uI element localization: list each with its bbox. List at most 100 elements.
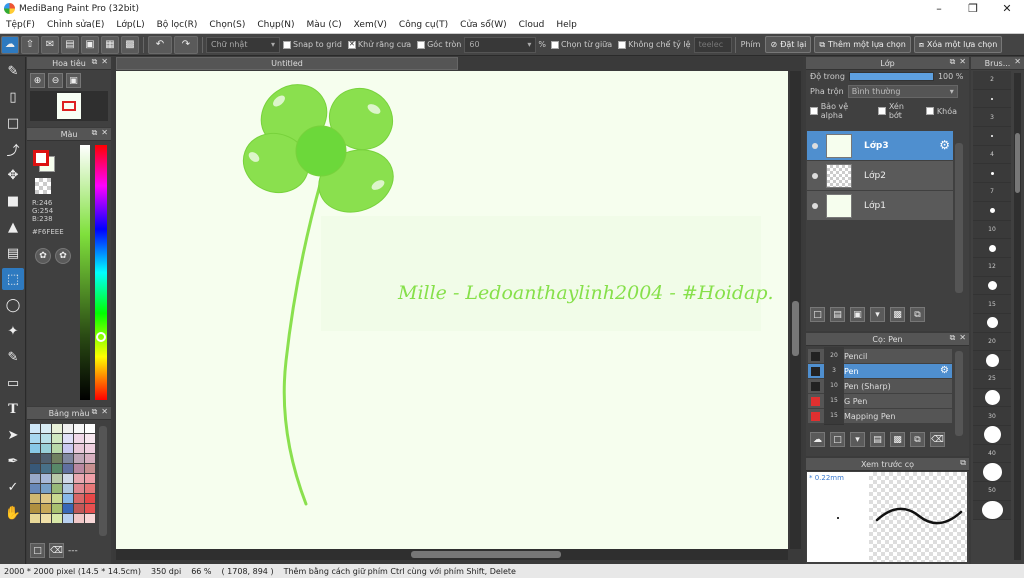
antialias-checkbox[interactable]: ✕ Khử răng cưa	[347, 40, 411, 49]
maximize-button[interactable]: ❐	[956, 0, 990, 17]
visibility-icon[interactable]	[812, 142, 818, 149]
menu-window[interactable]: Cửa sổ(W)	[454, 20, 512, 30]
add-selection-button[interactable]: ⧉ Thêm một lựa chọn	[814, 36, 911, 53]
duplicate-layer-icon[interactable]: ⧉	[910, 307, 925, 322]
folder-icon[interactable]: ▩	[890, 307, 905, 322]
palette-swatch[interactable]	[52, 494, 62, 503]
brush-size-item[interactable]: 2	[973, 71, 1011, 90]
new-halftone-layer-icon[interactable]: ▤	[830, 307, 845, 322]
remove-selection-button[interactable]: ⧈ Xóa một lựa chọn	[913, 36, 1003, 53]
brush-size-item[interactable]	[973, 426, 1011, 445]
float-icon[interactable]: ⧉	[950, 57, 956, 67]
dot-tool-icon[interactable]: □	[2, 112, 24, 134]
visibility-icon[interactable]	[812, 172, 818, 179]
palette-swatch[interactable]	[85, 514, 95, 523]
brush-size-item[interactable]	[973, 463, 1011, 483]
select-eraser-tool-icon[interactable]: ▭	[2, 372, 24, 394]
palette-swatch[interactable]	[52, 504, 62, 513]
brush-size-item[interactable]	[973, 313, 1011, 333]
palette-swatch[interactable]	[85, 434, 95, 443]
palette-swatch[interactable]	[74, 484, 84, 493]
cloud-brush-icon[interactable]: ☁	[810, 432, 825, 447]
navigator-thumbnail[interactable]	[30, 91, 108, 121]
eyedropper-tool-icon[interactable]: ✓	[2, 476, 24, 498]
round-corner-checkbox[interactable]: Góc tròn	[417, 40, 461, 49]
palette-swatch[interactable]	[41, 484, 51, 493]
brush-size-item[interactable]	[973, 127, 1011, 146]
fit-icon[interactable]: ▣	[66, 73, 81, 88]
close-icon[interactable]: ✕	[959, 57, 966, 67]
palette-swatch[interactable]	[30, 434, 40, 443]
palette-swatch[interactable]	[30, 514, 40, 523]
menu-edit[interactable]: Chỉnh sửa(E)	[41, 20, 110, 30]
float-icon[interactable]: ⧉	[92, 407, 98, 417]
palette-swatch[interactable]	[41, 454, 51, 463]
delete-palette-icon[interactable]: ⌫	[49, 543, 64, 558]
palette-swatch[interactable]	[85, 444, 95, 453]
menu-select[interactable]: Chọn(S)	[203, 20, 251, 30]
size-scrollbar[interactable]	[1014, 73, 1021, 560]
folder-icon[interactable]: ▩	[890, 432, 905, 447]
palette-swatch[interactable]	[74, 504, 84, 513]
brush-size-item[interactable]: 3	[973, 108, 1011, 128]
operation-tool-icon[interactable]: ➤	[2, 424, 24, 446]
palette-swatch[interactable]	[52, 434, 62, 443]
palette-swatch[interactable]	[41, 424, 51, 433]
close-icon[interactable]: ✕	[101, 128, 108, 138]
add-brush-menu-icon[interactable]: ▾	[850, 432, 865, 447]
select-center-checkbox[interactable]: Chọn từ giữa	[550, 40, 612, 49]
palette-swatch[interactable]	[30, 504, 40, 513]
palette-swatch[interactable]	[74, 514, 84, 523]
drawing-canvas[interactable]: Mille - Ledoanthaylinh2004 - #Hoidap.	[116, 71, 788, 549]
palette-swatch[interactable]	[74, 454, 84, 463]
brush-size-item[interactable]: 4	[973, 145, 1011, 165]
menu-capture[interactable]: Chụp(N)	[251, 20, 300, 30]
undo-icon[interactable]: ↶	[148, 35, 172, 54]
brush-size-item[interactable]: 20	[973, 332, 1011, 352]
float-icon[interactable]: ⧉	[92, 57, 98, 67]
cloud-icon[interactable]: ☁	[1, 35, 19, 54]
protect-alpha-checkbox[interactable]: Bảo vệ alpha	[810, 102, 870, 120]
grid-icon[interactable]: ▩	[121, 35, 139, 54]
delete-brush-icon[interactable]: ⌫	[930, 432, 945, 447]
select-pen-tool-icon[interactable]: ✎	[2, 346, 24, 368]
palette-swatch[interactable]	[74, 464, 84, 473]
palette-swatch[interactable]	[63, 424, 73, 433]
move-tool-icon[interactable]: ✥	[2, 164, 24, 186]
brush-size-item[interactable]: 10	[973, 220, 1011, 240]
palette-swatch[interactable]	[52, 484, 62, 493]
lock-checkbox[interactable]: Khóa	[925, 107, 957, 116]
close-icon[interactable]: ✕	[959, 333, 966, 343]
palette-swatch[interactable]	[74, 474, 84, 483]
close-icon[interactable]: ✕	[101, 407, 108, 417]
palette-swatch[interactable]	[63, 464, 73, 473]
lasso-tool-icon[interactable]: ◯	[2, 294, 24, 316]
foreground-color-swatch[interactable]	[33, 150, 49, 166]
brush-size-item[interactable]	[973, 89, 1011, 109]
palette-swatch[interactable]	[63, 514, 73, 523]
document-icon[interactable]: ▣	[81, 35, 99, 54]
palette-swatch[interactable]	[41, 474, 51, 483]
reset-button[interactable]: ⊘ Đặt lại	[765, 36, 812, 53]
brush-size-item[interactable]	[973, 276, 1011, 296]
canvas-horizontal-scrollbar[interactable]	[116, 549, 788, 560]
palette-swatch[interactable]	[30, 454, 40, 463]
document-tab[interactable]: Untitled	[116, 57, 458, 70]
brush-size-item[interactable]	[973, 351, 1011, 370]
canvas-vertical-scrollbar[interactable]	[790, 71, 801, 549]
brush-size-item[interactable]: 12	[973, 257, 1011, 277]
new-layer-icon[interactable]: □	[810, 307, 825, 322]
float-icon[interactable]: ⧉	[950, 333, 956, 343]
close-icon[interactable]: ✕	[1014, 57, 1021, 66]
menu-cloud[interactable]: Cloud	[513, 20, 551, 30]
palette-swatch[interactable]	[30, 484, 40, 493]
palette-swatch[interactable]	[52, 454, 62, 463]
palette-swatch[interactable]	[41, 514, 51, 523]
palette-scrollbar[interactable]	[99, 426, 107, 536]
palette-swatch[interactable]	[74, 434, 84, 443]
hand-tool-icon[interactable]: ✋	[2, 502, 24, 524]
brush-item-mapping-pen[interactable]: 15 Mapping Pen	[808, 406, 952, 426]
layer-item-3[interactable]: Lớp3 ⚙	[807, 131, 953, 160]
minimize-button[interactable]: –	[922, 0, 956, 17]
new-palette-icon[interactable]: □	[30, 543, 45, 558]
